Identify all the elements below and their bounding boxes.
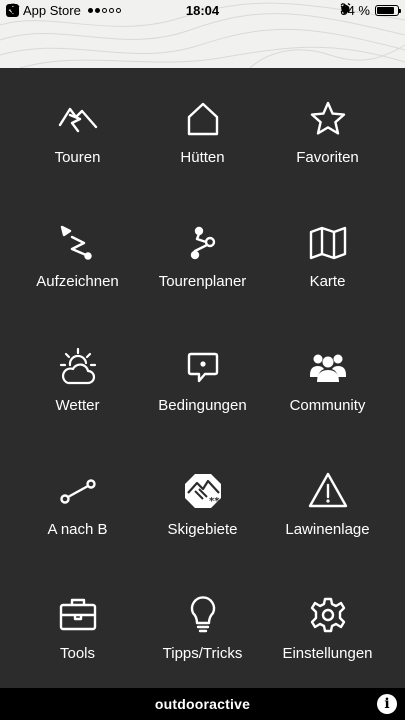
menu-item-community[interactable]: Community — [260, 316, 395, 440]
star-icon — [308, 99, 348, 139]
menu-item-label: Einstellungen — [282, 645, 373, 662]
map-icon — [308, 223, 348, 263]
menu-item-a-nach-b[interactable]: A nach B — [10, 440, 145, 564]
menu-item-karte[interactable]: Karte — [260, 192, 395, 316]
menu-item-tipps-tricks[interactable]: Tipps/Tricks — [135, 564, 270, 688]
menu-item-label: Touren — [54, 149, 101, 166]
svg-text:**: ** — [209, 496, 220, 507]
menu-item-label: Lawinenlage — [285, 521, 370, 538]
avalanche-warning-icon — [308, 471, 348, 511]
menu-item-favoriten[interactable]: Favoriten — [260, 68, 395, 192]
menu-item-label: Tipps/Tricks — [162, 645, 243, 662]
battery-icon — [375, 5, 401, 16]
menu-item-label: Favoriten — [296, 149, 359, 166]
main-menu-grid: Touren Hütten Favoriten Aufzeichnen Tour… — [0, 68, 405, 688]
a-to-b-icon — [58, 471, 98, 511]
hut-icon — [183, 99, 223, 139]
menu-item-label: Tools — [59, 645, 96, 662]
menu-item-label: Tourenplaner — [158, 273, 247, 290]
menu-item-label: Karte — [309, 273, 346, 290]
gear-icon — [308, 595, 348, 635]
bluetooth-icon — [340, 3, 349, 15]
conditions-icon — [183, 347, 223, 387]
toolbox-icon — [58, 595, 98, 635]
menu-item-label: Skigebiete — [167, 521, 238, 538]
menu-item-bedingungen[interactable]: Bedingungen — [135, 316, 270, 440]
route-planner-icon — [183, 223, 223, 263]
menu-item-label: Community — [289, 397, 366, 414]
record-track-icon — [58, 223, 98, 263]
bottom-bar: outdooractive i — [0, 688, 405, 720]
map-background: App Store 18:04 84 % — [0, 0, 405, 68]
community-icon — [308, 347, 348, 387]
mountain-route-icon — [58, 99, 98, 139]
lightbulb-icon — [183, 595, 223, 635]
ski-area-icon: ** — [183, 471, 223, 511]
menu-item-label: Bedingungen — [158, 397, 247, 414]
status-bar: App Store 18:04 84 % — [0, 0, 405, 22]
menu-item-huetten[interactable]: Hütten — [135, 68, 270, 192]
menu-item-einstellungen[interactable]: Einstellungen — [260, 564, 395, 688]
brand-logo-text: outdooractive — [154, 696, 251, 712]
menu-item-touren[interactable]: Touren — [10, 68, 145, 192]
menu-item-label: A nach B — [47, 521, 108, 538]
battery-level-fill — [377, 7, 394, 14]
menu-item-label: Aufzeichnen — [36, 273, 119, 290]
menu-item-tourenplaner[interactable]: Tourenplaner — [135, 192, 270, 316]
info-icon[interactable]: i — [377, 694, 397, 714]
weather-icon — [58, 347, 98, 387]
menu-item-label: Hütten — [180, 149, 225, 166]
menu-item-skigebiete[interactable]: ** Skigebiete — [135, 440, 270, 564]
menu-item-tools[interactable]: Tools — [10, 564, 145, 688]
menu-item-label: Wetter — [55, 397, 100, 414]
menu-item-wetter[interactable]: Wetter — [10, 316, 145, 440]
menu-item-lawinenlage[interactable]: Lawinenlage — [260, 440, 395, 564]
menu-item-aufzeichnen[interactable]: Aufzeichnen — [10, 192, 145, 316]
